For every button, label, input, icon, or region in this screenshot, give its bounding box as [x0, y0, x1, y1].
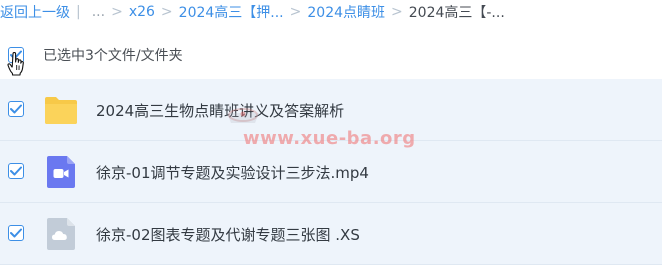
file-name[interactable]: 徐京-01调节专题及实验设计三步法.mp4: [96, 162, 369, 183]
file-row[interactable]: 2024高三生物点睛班讲义及答案解析: [0, 79, 662, 141]
file-row[interactable]: 徐京-01调节专题及实验设计三步法.mp4: [0, 141, 662, 203]
file-browser: 返回上一级 | ... > x26 > 2024高三【押... > 2024点睛…: [0, 0, 662, 271]
folder-icon: [45, 97, 77, 124]
breadcrumb-separator: >: [160, 4, 173, 20]
check-icon: [10, 104, 22, 114]
breadcrumb-separator: >: [289, 4, 302, 20]
breadcrumb-item[interactable]: 2024点睛班: [307, 2, 385, 22]
hand-cursor-icon: [7, 52, 24, 76]
breadcrumb-item[interactable]: x26: [129, 4, 155, 20]
file-name[interactable]: 2024高三生物点睛班讲义及答案解析: [96, 100, 344, 121]
row-checkbox[interactable]: [8, 225, 24, 241]
breadcrumb-separator: >: [391, 4, 403, 20]
video-file-icon: [47, 156, 75, 188]
file-name[interactable]: 徐京-02图表专题及代谢专题三张图 .XS: [96, 224, 360, 245]
breadcrumb: 返回上一级 | ... > x26 > 2024高三【押... > 2024点睛…: [0, 0, 662, 24]
check-icon: [10, 166, 22, 176]
selection-count: 已选中3个文件/文件夹: [43, 48, 183, 64]
back-link[interactable]: 返回上一级: [0, 2, 70, 22]
breadcrumb-item[interactable]: 2024高三【押...: [179, 2, 284, 22]
breadcrumb-current: 2024高三【-...: [408, 5, 505, 21]
breadcrumb-separator: >: [111, 4, 123, 20]
cloud-file-icon: [47, 218, 75, 250]
breadcrumb-ellipsis[interactable]: ...: [92, 4, 105, 20]
breadcrumb-divider: |: [76, 4, 81, 20]
row-checkbox[interactable]: [8, 101, 24, 117]
row-checkbox[interactable]: [8, 163, 24, 179]
check-icon: [10, 228, 22, 238]
file-row[interactable]: 徐京-02图表专题及代谢专题三张图 .XS: [0, 203, 662, 265]
selection-bar: 已选中3个文件/文件夹: [0, 40, 662, 70]
